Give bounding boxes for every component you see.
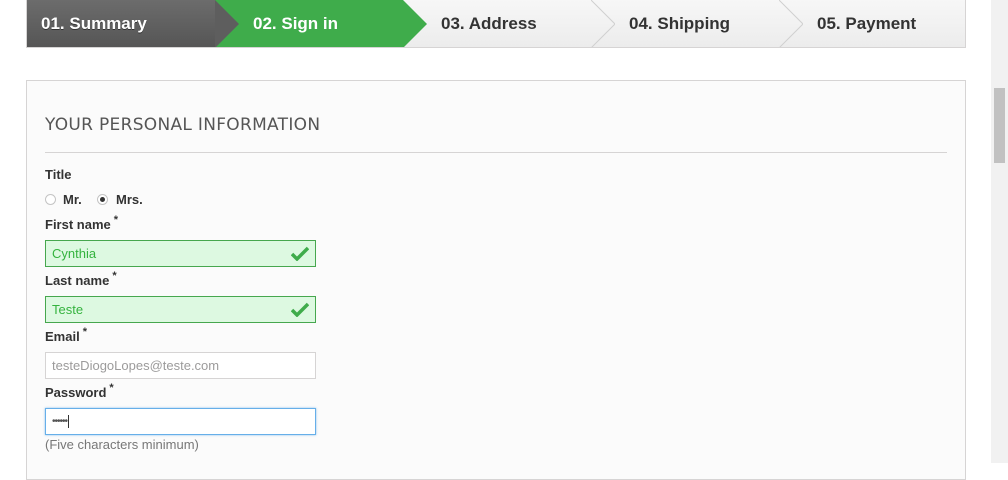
step-sign-in-label: 02. Sign in: [253, 14, 339, 33]
first-name-field[interactable]: Cynthia: [45, 240, 316, 267]
step-summary-label: 01. Summary: [41, 14, 147, 33]
step-address-label: 03. Address: [441, 14, 537, 33]
title-label: Title: [45, 167, 72, 182]
radio-mr[interactable]: [45, 194, 56, 205]
first-name-label-text: First name: [45, 217, 111, 232]
step-separator: [591, 0, 615, 47]
divider: [45, 152, 947, 153]
step-separator: [779, 0, 803, 47]
password-hint: (Five characters minimum): [45, 437, 199, 452]
text-cursor: [68, 414, 70, 428]
step-payment: 05. Payment: [779, 0, 965, 47]
checkout-steps: 01. Summary 02. Sign in 03. Address 04. …: [26, 0, 966, 48]
first-name-label: First name *: [45, 214, 119, 232]
email-label: Email *: [45, 326, 87, 344]
radio-mrs-label[interactable]: Mrs.: [116, 192, 143, 207]
step-address: 03. Address: [403, 0, 591, 47]
email-value: testeDiogoLopes@teste.com: [52, 358, 220, 373]
email-field[interactable]: testeDiogoLopes@teste.com: [45, 352, 316, 379]
password-label: Password *: [45, 382, 114, 400]
radio-mrs[interactable]: [97, 194, 108, 205]
page-title: YOUR PERSONAL INFORMATION: [45, 115, 321, 135]
step-summary-arrow: [215, 0, 239, 47]
step-sign-in-arrow: [403, 0, 427, 47]
radio-mr-label[interactable]: Mr.: [63, 192, 82, 207]
check-icon: [291, 302, 309, 317]
step-shipping-label: 04. Shipping: [629, 14, 731, 33]
required-mark: *: [113, 214, 119, 226]
password-label-text: Password: [45, 385, 107, 400]
scrollbar-thumb[interactable]: [994, 88, 1005, 163]
last-name-field[interactable]: Teste: [45, 296, 316, 323]
required-mark: *: [109, 382, 114, 394]
last-name-label: Last name *: [45, 270, 117, 288]
required-mark: *: [82, 326, 87, 338]
account-creation-form: YOUR PERSONAL INFORMATION Title Mr. Mrs.…: [26, 80, 966, 480]
last-name-value: Teste: [52, 302, 84, 317]
last-name-label-text: Last name: [45, 273, 110, 288]
vertical-scrollbar[interactable]: [991, 0, 1008, 463]
step-summary[interactable]: 01. Summary: [27, 0, 215, 47]
email-label-text: Email: [45, 329, 80, 344]
check-icon: [291, 246, 309, 261]
required-mark: *: [112, 270, 117, 282]
step-sign-in: 02. Sign in: [215, 0, 403, 47]
password-field[interactable]: ••••••: [45, 408, 316, 435]
step-payment-label: 05. Payment: [817, 14, 917, 33]
password-value: ••••••: [52, 416, 68, 427]
step-shipping: 04. Shipping: [591, 0, 779, 47]
first-name-value: Cynthia: [52, 246, 97, 261]
